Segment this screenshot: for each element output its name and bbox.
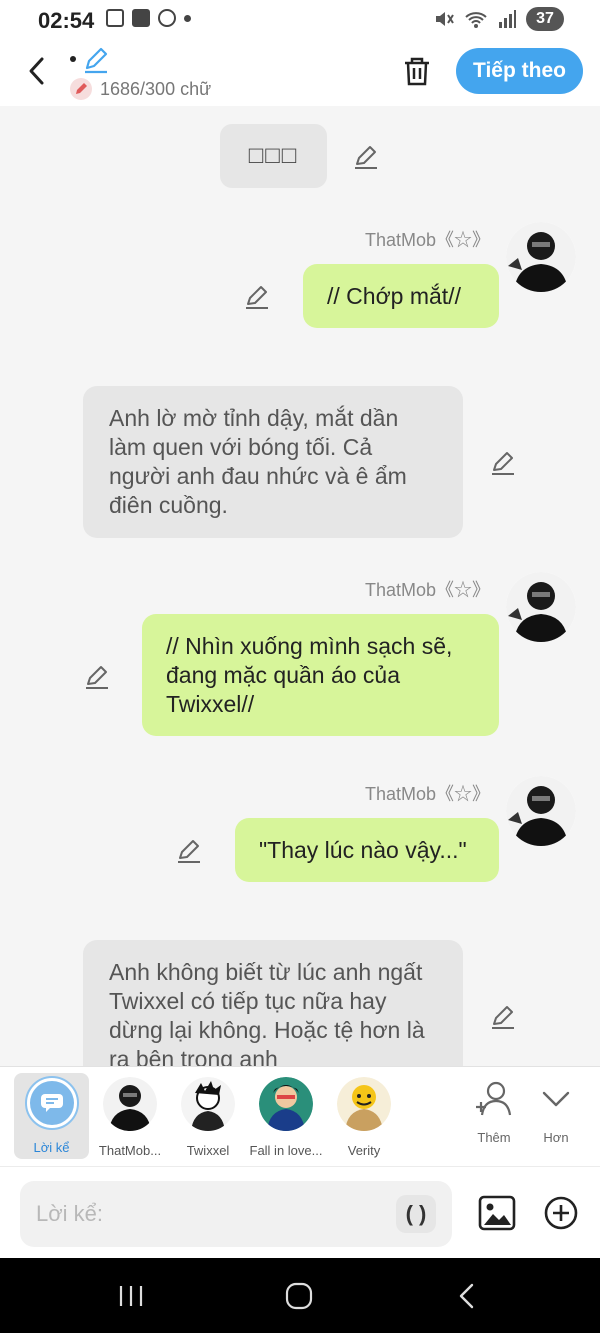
- message-bubble[interactable]: // Nhìn xuống mình sạch sẽ, đang mặc quầ…: [142, 614, 499, 736]
- word-count-text: 1686/300 chữ: [100, 78, 212, 99]
- avatar: [259, 1077, 313, 1131]
- narrator-label: Lời kể: [33, 1140, 70, 1155]
- avatar[interactable]: [506, 776, 576, 846]
- notification-icons: [106, 9, 191, 27]
- add-label: Thêm: [477, 1130, 511, 1145]
- top-bar: 1686/300 chữ Tiếp theo: [0, 40, 600, 106]
- title-dot: [70, 56, 76, 62]
- sender-name: ThatMob《☆》: [364, 230, 490, 250]
- more-label: Hơn: [543, 1130, 569, 1145]
- plus-icon[interactable]: [543, 1195, 579, 1231]
- chevron-down-icon: [542, 1091, 570, 1107]
- status-time: 02:54: [38, 8, 95, 33]
- character-bar: Lời kể ThatMob... Twixxel Fall in love..…: [0, 1066, 600, 1166]
- nav-bar: [0, 1258, 600, 1333]
- edit-icon[interactable]: [353, 144, 379, 170]
- character-twixxel[interactable]: Twixxel: [164, 1075, 252, 1158]
- signal-icon: [499, 10, 516, 28]
- message-bubble[interactable]: // Chớp mắt//: [303, 264, 499, 328]
- more-button[interactable]: Hơn: [526, 1081, 586, 1145]
- next-button[interactable]: Tiếp theo: [456, 48, 583, 94]
- home-icon[interactable]: [284, 1282, 314, 1310]
- character-verity[interactable]: Verity: [320, 1075, 408, 1158]
- sender-name: ThatMob《☆》: [364, 580, 490, 600]
- input-bar: ( ): [0, 1166, 600, 1258]
- recent-apps-icon[interactable]: [117, 1282, 147, 1310]
- placeholder-bubble[interactable]: □□□: [220, 124, 327, 188]
- character-thatmob[interactable]: ThatMob...: [86, 1075, 174, 1158]
- image-icon[interactable]: [478, 1195, 516, 1231]
- avatar: [181, 1077, 235, 1131]
- character-label: Verity: [347, 1143, 381, 1158]
- narrator-icon: [24, 1076, 79, 1130]
- edit-icon[interactable]: [490, 1004, 516, 1030]
- word-count: 1686/300 chữ: [70, 78, 211, 100]
- edit-title-icon[interactable]: [82, 46, 110, 74]
- chat-icon: [158, 9, 176, 27]
- trash-icon[interactable]: [400, 54, 434, 88]
- avatar[interactable]: [506, 222, 576, 292]
- status-bar: 02:54 37: [0, 0, 600, 40]
- avatar[interactable]: [506, 572, 576, 642]
- avatar: [337, 1077, 391, 1131]
- parenthesis-button[interactable]: ( ): [396, 1195, 436, 1233]
- chat-area[interactable]: □□□ ThatMob《☆》 // Chớp mắt// Anh lờ mờ t…: [0, 106, 600, 1066]
- character-label: ThatMob...: [98, 1143, 162, 1158]
- message-bubble[interactable]: "Thay lúc nào vậy...": [235, 818, 499, 882]
- edit-icon[interactable]: [176, 838, 202, 864]
- avatar: [103, 1077, 157, 1131]
- sender-name: ThatMob《☆》: [364, 784, 490, 804]
- character-label: Fall in love...: [249, 1143, 323, 1158]
- message-input[interactable]: [20, 1181, 452, 1247]
- battery-icon: 37: [526, 7, 564, 31]
- narration-bubble[interactable]: Anh không biết từ lúc anh ngất Twixxel c…: [83, 940, 463, 1066]
- add-character-button[interactable]: Thêm: [464, 1081, 524, 1145]
- screenshot-icon: [106, 9, 124, 27]
- character-label: Twixxel: [186, 1143, 230, 1158]
- wifi-icon: [465, 12, 487, 28]
- checkbox-icon: [132, 9, 150, 27]
- back-nav-icon[interactable]: [452, 1282, 482, 1310]
- pencil-icon: [70, 78, 92, 100]
- dot-icon: [184, 14, 191, 22]
- edit-icon[interactable]: [84, 664, 110, 690]
- edit-icon[interactable]: [244, 284, 270, 310]
- edit-icon[interactable]: [490, 450, 516, 476]
- character-fall-in-love[interactable]: Fall in love...: [242, 1075, 330, 1158]
- back-button[interactable]: [22, 54, 52, 88]
- mute-icon: [436, 12, 454, 26]
- narrator-tab[interactable]: Lời kể: [14, 1073, 89, 1159]
- system-icons: 37: [434, 7, 564, 31]
- add-user-icon: [476, 1081, 512, 1116]
- narration-bubble[interactable]: Anh lờ mờ tỉnh dậy, mắt dần làm quen với…: [83, 386, 463, 538]
